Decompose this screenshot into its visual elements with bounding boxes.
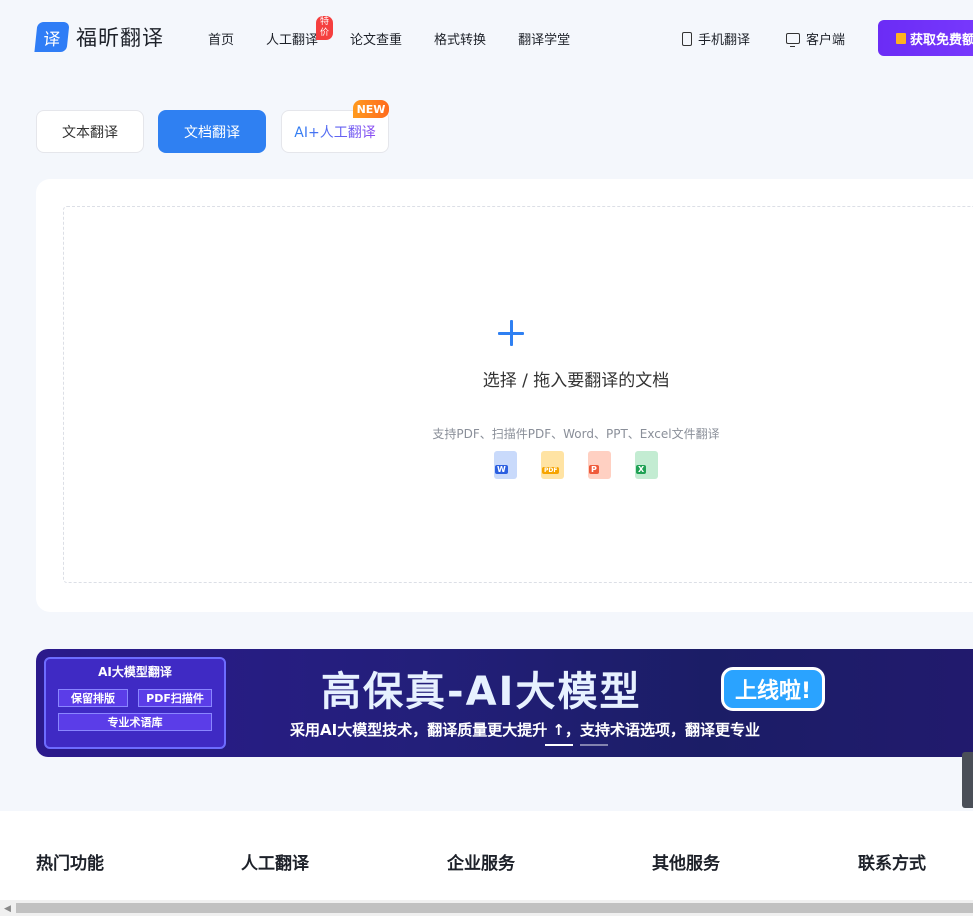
footer-human-translation: 人工翻译 (241, 854, 309, 874)
brand-logo[interactable]: 译 福昕翻译 (34, 22, 164, 52)
nav-translation-academy[interactable]: 翻译学堂 (518, 29, 570, 48)
ppt-icon-label: P (589, 465, 599, 474)
client-download-link[interactable]: 客户端 (786, 29, 845, 48)
monitor-icon (786, 33, 800, 47)
pdf-file-icon: PDF (541, 451, 564, 479)
nav-human-translation-label: 人工翻译 (266, 33, 319, 48)
footer-other-services: 其他服务 (652, 854, 720, 874)
banner-chip-scanned-pdf: PDF扫描件 (138, 689, 212, 707)
nav-translation-academy-label: 翻译学堂 (518, 33, 571, 48)
main-nav: 首页 人工翻译 特价 论文查重 格式转换 翻译学堂 (208, 16, 602, 48)
footer-contact: 联系方式 (858, 854, 926, 874)
phone-icon (682, 31, 692, 46)
special-price-badge: 特价 (316, 16, 334, 40)
nav-plagiarism-check[interactable]: 论文查重 (350, 29, 402, 48)
logo-mark-icon: 译 (34, 22, 70, 52)
new-badge: NEW (353, 100, 389, 118)
nav-home-label: 首页 (208, 33, 235, 48)
plus-icon[interactable] (498, 320, 524, 346)
ppt-file-icon: P (588, 451, 611, 479)
brand-name: 福昕翻译 (76, 26, 164, 50)
side-widget-handle[interactable] (962, 752, 973, 808)
supported-formats-text: 支持PDF、扫描件PDF、Word、PPT、Excel文件翻译 (432, 427, 720, 441)
nav-human-translation[interactable]: 人工翻译 特价 (266, 16, 334, 48)
banner-headline: 高保真-AI大模型 (321, 669, 642, 715)
word-icon-label: W (495, 465, 508, 474)
excel-icon-label: X (636, 465, 647, 474)
tab-text-translation-label: 文本翻译 (62, 124, 118, 141)
scrollbar-thumb[interactable] (16, 903, 973, 913)
file-dropzone[interactable] (63, 206, 973, 583)
excel-file-icon: X (635, 451, 658, 479)
footer-hot-features: 热门功能 (36, 854, 104, 874)
tab-ai-human-translation-label: AI+人工翻译 (294, 122, 375, 142)
promo-banner[interactable]: AI大模型翻译 保留排版 PDF扫描件 专业术语库 高保真-AI大模型 上线啦!… (36, 649, 973, 757)
banner-subtitle: 采用AI大模型技术，翻译质量更大提升 ↑，支持术语选项，翻译更专业 (290, 721, 760, 739)
get-free-quota-button[interactable]: 获取免费额 (878, 20, 973, 56)
nav-home[interactable]: 首页 (208, 29, 234, 48)
horizontal-scrollbar[interactable]: ◀ (0, 900, 973, 916)
footer-enterprise-services: 企业服务 (447, 854, 515, 874)
pdf-icon-label: PDF (542, 467, 560, 474)
word-file-icon: W (494, 451, 517, 479)
nav-format-convert[interactable]: 格式转换 (434, 29, 486, 48)
carousel-dot-active[interactable] (545, 744, 573, 746)
banner-feature-box: AI大模型翻译 保留排版 PDF扫描件 专业术语库 (44, 657, 226, 749)
upload-title: 选择 / 拖入要翻译的文档 (482, 371, 670, 391)
mobile-translate-link[interactable]: 手机翻译 (682, 29, 750, 48)
banner-chip-layout: 保留排版 (58, 689, 128, 707)
banner-launch-pill: 上线啦! (721, 667, 825, 711)
carousel-dot[interactable] (580, 744, 608, 746)
nav-plagiarism-check-label: 论文查重 (350, 33, 403, 48)
get-free-quota-label: 获取免费额 (910, 32, 973, 48)
nav-format-convert-label: 格式转换 (434, 33, 487, 48)
banner-chip-terminology: 专业术语库 (58, 713, 212, 731)
tab-document-translation[interactable]: 文档翻译 (158, 110, 266, 153)
client-label: 客户端 (806, 33, 846, 48)
footer: 热门功能 人工翻译 企业服务 其他服务 联系方式 (0, 811, 973, 900)
scroll-left-icon[interactable]: ◀ (4, 904, 11, 914)
tab-text-translation[interactable]: 文本翻译 (36, 110, 144, 153)
mobile-translate-label: 手机翻译 (698, 33, 751, 48)
tab-document-translation-label: 文档翻译 (184, 124, 240, 141)
gift-icon (896, 32, 906, 44)
upload-card (36, 179, 973, 612)
banner-box-title: AI大模型翻译 (98, 665, 172, 679)
top-header: 译 福昕翻译 首页 人工翻译 特价 论文查重 格式转换 翻译学堂 手机翻译 客户… (0, 0, 973, 76)
